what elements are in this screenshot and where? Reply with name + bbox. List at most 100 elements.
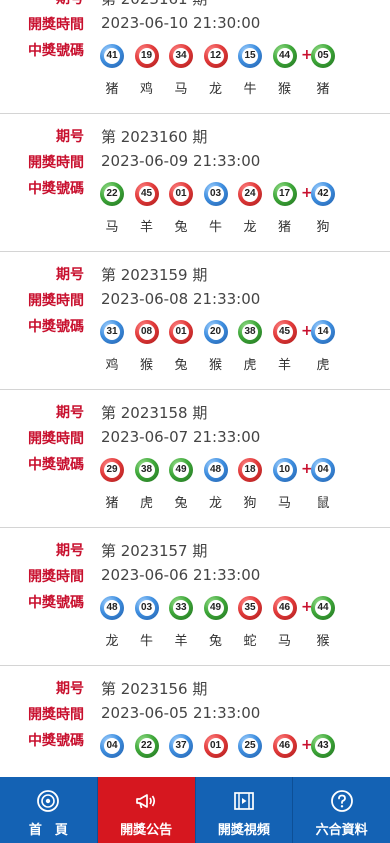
ball-number: 48 — [207, 462, 224, 478]
winning-numbers-label: 中獎號碼 — [28, 319, 84, 335]
zodiac-sign: 鸡 — [139, 82, 153, 97]
number-balls: 41 19 34 12 15 44 +05 — [100, 44, 390, 70]
zodiac-sign: 狗 — [316, 220, 330, 235]
number-ball: 08 — [134, 320, 159, 344]
number-balls: 48 03 33 49 35 46 +44 — [100, 596, 390, 622]
number-ball: 48 — [100, 596, 124, 620]
ball-number: 03 — [207, 186, 224, 202]
number-ball: 12 — [203, 44, 228, 68]
period-value: 第 2023161 期 — [101, 0, 207, 9]
number-ball: 01 — [169, 182, 193, 206]
zodiac-sign: 兔 — [174, 358, 188, 373]
zodiac-sign: 猪 — [316, 82, 330, 97]
draw-results-list: 期号 第 2023161 期開獎時間 2023-06-10 21:30:00 中獎號碼… — [0, 0, 390, 804]
zodiac-sign: 虎 — [139, 496, 153, 511]
nav-draw-notice-button[interactable]: 開獎公告 — [97, 777, 196, 843]
ball-number: 19 — [138, 48, 155, 64]
number-ball: 31 — [100, 320, 124, 344]
ball-number: 08 — [138, 324, 155, 340]
ball-number: 01 — [173, 186, 189, 202]
number-ball: 25 — [238, 734, 262, 758]
nav-draw-video-button[interactable]: 開獎視頻 — [195, 777, 294, 843]
number-ball: 03 — [134, 596, 159, 620]
ball-number: 41 — [104, 48, 120, 64]
special-number-ball: 42 — [311, 182, 335, 206]
ball-number: 35 — [242, 600, 258, 616]
ball-number: 04 — [315, 462, 331, 478]
number-ball: 19 — [134, 44, 159, 68]
ball-number: 22 — [138, 738, 155, 754]
ball-number: 42 — [315, 186, 331, 202]
nav-home-button[interactable]: 首 頁 — [0, 777, 98, 843]
special-number-ball: 43 — [311, 734, 335, 758]
ball-number: 20 — [207, 324, 224, 340]
period-label: 期号 — [56, 543, 84, 559]
zodiac-sign: 兔 — [208, 634, 222, 649]
number-ball: 18 — [238, 458, 262, 482]
number-ball: 46 — [272, 734, 297, 758]
number-ball: 33 — [169, 596, 193, 620]
help-circle-icon — [330, 789, 354, 813]
ball-number: 05 — [315, 48, 331, 64]
zodiac-sign: 龙 — [208, 82, 222, 97]
zodiac-sign: 牛 — [208, 220, 222, 235]
ball-number: 24 — [242, 186, 258, 202]
zodiac-sign: 兔 — [174, 220, 188, 235]
special-number-ball: 44 — [311, 596, 335, 620]
zodiac-sign: 猴 — [316, 634, 330, 649]
ball-number: 01 — [173, 324, 189, 340]
ball-number: 46 — [276, 600, 293, 616]
draw-record: 期号 第 2023160 期開獎時間 2023-06-09 21:33:00 中獎號碼… — [0, 114, 390, 252]
number-ball: 15 — [238, 44, 262, 68]
nav-label: 開獎視頻 — [217, 823, 270, 838]
winning-numbers-label: 中獎號碼 — [28, 457, 84, 473]
period-value: 第 2023160 期 — [101, 128, 208, 146]
number-ball: 37 — [169, 734, 193, 758]
number-ball: 45 — [134, 182, 159, 206]
zodiac-sign: 鸡 — [105, 358, 119, 373]
winning-numbers-label: 中獎號碼 — [28, 181, 84, 197]
number-ball: 41 — [100, 44, 124, 68]
number-ball: 34 — [169, 44, 193, 68]
zodiac-sign: 鼠 — [316, 496, 330, 511]
draw-record: 期号 第 2023158 期開獎時間 2023-06-07 21:33:00 中獎號碼… — [0, 390, 390, 528]
zodiac-sign: 虎 — [243, 358, 257, 373]
ball-number: 43 — [315, 738, 331, 754]
number-ball: 17 — [272, 182, 297, 206]
winning-numbers-label: 中獎號碼 — [28, 43, 84, 59]
number-balls: 22 45 01 03 24 17 +42 — [100, 182, 390, 208]
ball-number: 49 — [207, 600, 224, 616]
number-ball: 01 — [203, 734, 228, 758]
ball-number: 10 — [276, 462, 293, 478]
number-ball: 10 — [272, 458, 297, 482]
ball-number: 17 — [276, 186, 293, 202]
ball-number: 46 — [276, 738, 293, 754]
zodiac-sign: 牛 — [139, 634, 153, 649]
zodiac-sign: 虎 — [316, 358, 330, 373]
zodiac-sign: 猴 — [139, 358, 153, 373]
nav-label: 開獎公告 — [120, 823, 173, 838]
ball-number: 04 — [104, 738, 120, 754]
zodiac-sign: 狗 — [243, 496, 257, 511]
zodiac-sign: 马 — [174, 82, 188, 97]
number-ball: 20 — [203, 320, 228, 344]
zodiac-row: 鸡猴兔猴虎羊虎 — [100, 354, 390, 373]
number-ball: 22 — [134, 734, 159, 758]
draw-time-label: 開獎時間 — [28, 293, 84, 309]
ball-number: 48 — [104, 600, 120, 616]
number-balls: 04 22 37 01 25 46 +43 — [100, 734, 390, 760]
draw-time-value: 2023-06-05 21:33:00 — [101, 704, 261, 722]
nav-info-button[interactable]: 六合資料 — [293, 777, 390, 843]
number-ball: 38 — [238, 320, 262, 344]
ball-number: 25 — [242, 738, 258, 754]
ball-number: 37 — [173, 738, 189, 754]
winning-numbers-label: 中獎號碼 — [28, 733, 84, 749]
zodiac-sign: 羊 — [277, 358, 291, 373]
ball-number: 22 — [104, 186, 120, 202]
period-label: 期号 — [56, 0, 84, 8]
number-ball: 22 — [100, 182, 124, 206]
number-balls: 29 38 49 48 18 10 +04 — [100, 458, 390, 484]
ball-number: 01 — [207, 738, 224, 754]
ball-number: 38 — [138, 462, 155, 478]
zodiac-sign: 猪 — [105, 82, 119, 97]
